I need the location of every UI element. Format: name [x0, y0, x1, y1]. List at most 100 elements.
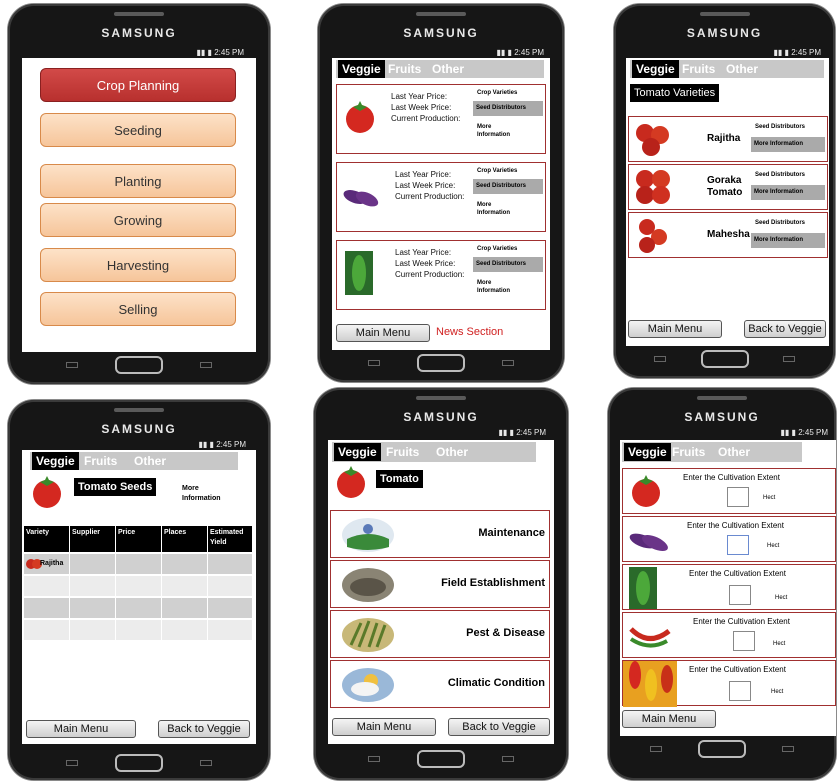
- main-menu-button[interactable]: Main Menu: [336, 324, 430, 342]
- back-key[interactable]: [200, 362, 212, 368]
- home-button[interactable]: [417, 750, 465, 768]
- back-key[interactable]: [783, 356, 795, 362]
- seeding-button[interactable]: Seeding: [40, 113, 236, 147]
- tomato-image: [33, 476, 61, 508]
- back-to-veggie-button[interactable]: Back to Veggie: [448, 718, 550, 736]
- tab-other[interactable]: Other: [722, 60, 762, 78]
- back-key[interactable]: [200, 760, 212, 766]
- menu-key[interactable]: [650, 746, 662, 752]
- tab-veggie[interactable]: Veggie: [334, 443, 381, 461]
- back-to-veggie-button[interactable]: Back to Veggie: [744, 320, 826, 338]
- eggplant-image: [629, 533, 668, 552]
- cultivation-extent-input[interactable]: [733, 631, 755, 651]
- back-key[interactable]: [502, 360, 514, 366]
- back-to-veggie-button[interactable]: Back to Veggie: [158, 720, 250, 738]
- home-button[interactable]: [698, 740, 746, 758]
- home-button[interactable]: [417, 354, 465, 372]
- menu-key[interactable]: [368, 756, 380, 762]
- more-information-link[interactable]: More Information: [477, 279, 517, 295]
- pest-plant-icon: [342, 618, 394, 652]
- tab-fruits[interactable]: Fruits: [678, 60, 719, 78]
- status-bar: ▮▮ ▮ 2:45 PM: [197, 48, 244, 57]
- more-information-link[interactable]: More Information: [477, 123, 517, 139]
- cultivation-extent-input[interactable]: [727, 535, 749, 555]
- more-information-button[interactable]: More Information: [751, 233, 825, 248]
- topic-label: Climatic Condition: [447, 677, 545, 689]
- cultivation-extent-input[interactable]: [729, 585, 751, 605]
- screen: Veggie Fruits Other Last Year Price: Las…: [332, 58, 550, 350]
- news-section-link[interactable]: News Section: [436, 326, 503, 338]
- variety-name[interactable]: Mahesha: [707, 229, 750, 240]
- seed-distributors-button[interactable]: Seed Distributors: [473, 179, 543, 194]
- back-key[interactable]: [502, 756, 514, 762]
- tab-fruits[interactable]: Fruits: [80, 452, 121, 470]
- status-bar: ▮▮ ▮ 2:45 PM: [199, 440, 246, 449]
- screen: Veggie Fruits Other Enter the Cultivatio…: [620, 440, 836, 736]
- menu-key[interactable]: [368, 360, 380, 366]
- variety-name[interactable]: Goraka Tomato: [707, 175, 751, 199]
- crop-varieties-link[interactable]: Crop Varieties: [477, 167, 517, 175]
- harvesting-button[interactable]: Harvesting: [40, 248, 236, 282]
- main-menu-button[interactable]: Main Menu: [26, 720, 136, 738]
- seed-distributors-link[interactable]: Seed Distributors: [755, 219, 805, 227]
- column-header-places: Places: [162, 526, 207, 552]
- phone-tomato-topics: SAMSUNG ▮▮ ▮ 2:45 PM Veggie Fruits Other…: [314, 388, 568, 780]
- planting-button[interactable]: Planting: [40, 164, 236, 198]
- tab-fruits[interactable]: Fruits: [382, 443, 423, 461]
- growing-button[interactable]: Growing: [40, 203, 236, 237]
- unit-label: Hect: [773, 641, 786, 647]
- tab-fruits[interactable]: Fruits: [384, 60, 425, 78]
- tab-veggie[interactable]: Veggie: [632, 60, 679, 78]
- topic-field-establishment[interactable]: Field Establishment: [330, 560, 550, 608]
- tab-other[interactable]: Other: [714, 443, 754, 461]
- more-information-link[interactable]: More Information: [477, 201, 517, 217]
- tab-veggie[interactable]: Veggie: [32, 452, 79, 470]
- home-button[interactable]: [115, 754, 163, 772]
- selling-button[interactable]: Selling: [40, 292, 236, 326]
- tab-other[interactable]: Other: [130, 452, 170, 470]
- cultivation-extent-input[interactable]: [727, 487, 749, 507]
- cultivation-row-capsicum: Enter the Cultivation Extent Hect: [622, 660, 836, 707]
- cultivation-label: Enter the Cultivation Extent: [693, 617, 790, 626]
- main-menu-button[interactable]: Main Menu: [332, 718, 436, 736]
- seed-distributors-link[interactable]: Seed Distributors: [755, 171, 805, 179]
- topic-maintenance[interactable]: Maintenance: [330, 510, 550, 558]
- phone-cultivation-extent: SAMSUNG ▮▮ ▮ 2:45 PM Veggie Fruits Other…: [608, 388, 836, 780]
- main-menu-button[interactable]: Main Menu: [628, 320, 722, 338]
- home-button[interactable]: [115, 356, 163, 374]
- more-information-button[interactable]: More Information: [751, 185, 825, 200]
- back-key[interactable]: [782, 746, 794, 752]
- variety-name[interactable]: Rajitha: [707, 133, 740, 144]
- column-divider: [161, 554, 162, 640]
- main-menu-button[interactable]: Main Menu: [622, 710, 716, 728]
- signal-icon: ▮▮ ▮: [780, 428, 796, 437]
- seed-distributors-button[interactable]: Seed Distributors: [473, 257, 543, 272]
- crop-planning-button[interactable]: Crop Planning: [40, 68, 236, 102]
- more-information-link[interactable]: More Information: [182, 484, 238, 504]
- last-year-price-label: Last Year Price:: [395, 248, 452, 257]
- tab-other[interactable]: Other: [432, 443, 472, 461]
- crop-varieties-link[interactable]: Crop Varieties: [477, 89, 517, 97]
- menu-key[interactable]: [66, 362, 78, 368]
- signal-icon: ▮▮ ▮: [196, 48, 212, 57]
- column-header-estimated-yield: Estimated Yield: [208, 526, 252, 552]
- tab-veggie[interactable]: Veggie: [338, 60, 385, 78]
- last-week-price-label: Last Week Price:: [391, 103, 452, 112]
- status-time: 2:45 PM: [516, 428, 546, 437]
- tab-veggie[interactable]: Veggie: [624, 443, 671, 461]
- seed-distributors-button[interactable]: Seed Distributors: [473, 101, 543, 116]
- menu-key[interactable]: [66, 760, 78, 766]
- menu-key[interactable]: [654, 356, 666, 362]
- signal-icon: ▮▮ ▮: [498, 428, 514, 437]
- home-button[interactable]: [700, 350, 749, 368]
- seed-distributors-link[interactable]: Seed Distributors: [755, 123, 805, 131]
- more-information-button[interactable]: More Information: [751, 137, 825, 152]
- status-time: 2:45 PM: [791, 48, 821, 57]
- tab-other[interactable]: Other: [428, 60, 468, 78]
- status-bar: ▮▮ ▮ 2:45 PM: [499, 428, 546, 437]
- crop-varieties-link[interactable]: Crop Varieties: [477, 245, 517, 253]
- tab-fruits[interactable]: Fruits: [668, 443, 709, 461]
- cultivation-extent-input[interactable]: [729, 681, 751, 701]
- topic-pest-disease[interactable]: Pest & Disease: [330, 610, 550, 658]
- topic-climatic-condition[interactable]: Climatic Condition: [330, 660, 550, 708]
